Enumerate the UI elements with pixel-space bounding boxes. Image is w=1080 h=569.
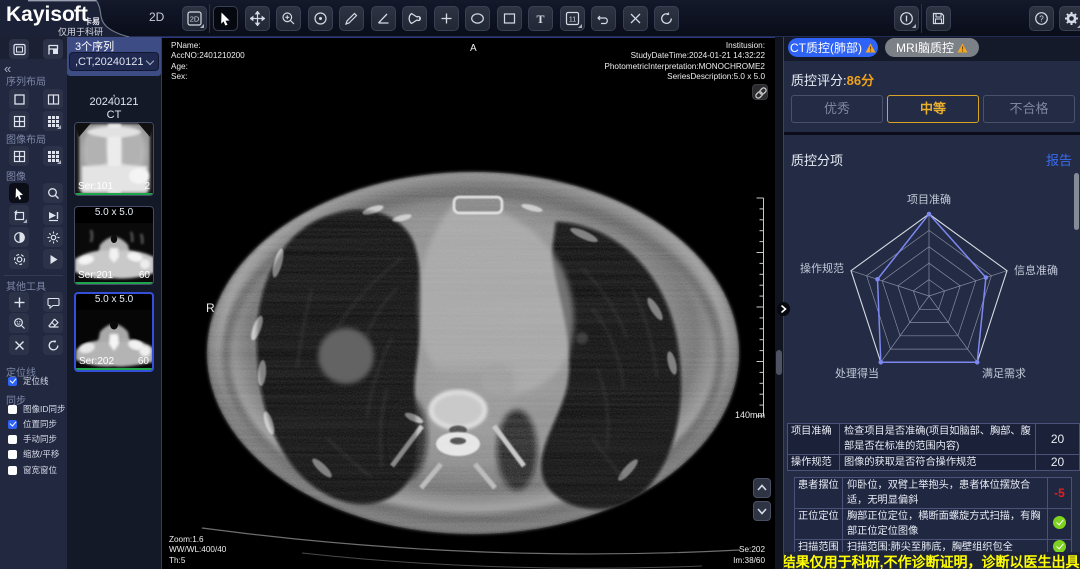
svg-text:信息准确: 信息准确 (1014, 263, 1058, 277)
svg-text:项目准确: 项目准确 (907, 193, 951, 206)
svg-text:满足需求: 满足需求 (982, 367, 1026, 380)
svg-text:11: 11 (568, 17, 575, 24)
svg-text:2D: 2D (190, 15, 200, 24)
svg-text:操作规范: 操作规范 (800, 261, 844, 275)
svg-text:处理得当: 处理得当 (835, 366, 879, 380)
svg-text:?: ? (1039, 15, 1044, 24)
svg-text:T: T (536, 12, 544, 26)
